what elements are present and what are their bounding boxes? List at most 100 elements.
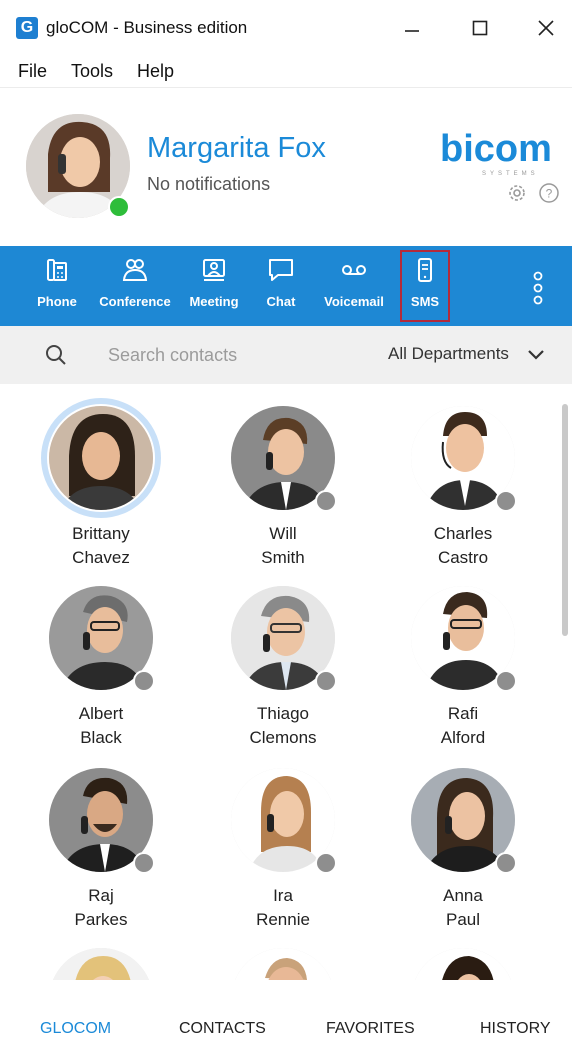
phone-icon bbox=[47, 259, 67, 281]
presence-offline-indicator bbox=[495, 490, 517, 512]
contact-last-name: Castro bbox=[437, 548, 489, 567]
main-toolbar: Phone Conference Meeting Chat Voicemail … bbox=[0, 246, 572, 326]
meeting-label: Meeting bbox=[189, 294, 239, 309]
tab-contacts[interactable]: CONTACTS bbox=[179, 1020, 266, 1038]
contact-card-partial[interactable] bbox=[198, 948, 368, 980]
contact-first-name: Charles bbox=[433, 524, 493, 543]
contact-card[interactable]: Thiago Clemons bbox=[198, 586, 368, 750]
search-icon bbox=[46, 345, 66, 365]
contact-avatar bbox=[49, 948, 153, 980]
voicemail-button[interactable]: Voicemail bbox=[318, 256, 390, 318]
search-bar: All Departments bbox=[0, 326, 572, 384]
gear-icon bbox=[509, 185, 525, 201]
contact-card[interactable]: Raj Parkes bbox=[16, 768, 186, 932]
help-icon: ? bbox=[539, 183, 559, 203]
contact-first-name: Albert bbox=[78, 704, 124, 723]
menu-bar: File Tools Help bbox=[0, 56, 572, 88]
minimize-button[interactable] bbox=[392, 10, 432, 46]
contacts-grid: Brittany Chavez Will Smith Charles Castr… bbox=[0, 384, 572, 980]
menu-file[interactable]: File bbox=[12, 61, 53, 82]
contact-avatar bbox=[231, 948, 335, 980]
meeting-icon bbox=[203, 259, 225, 281]
contact-first-name: Brittany bbox=[72, 524, 130, 543]
conference-button[interactable]: Conference bbox=[96, 256, 174, 318]
contact-first-name: Ira bbox=[273, 886, 293, 905]
bottom-tab-bar: GLOCOM CONTACTS FAVORITES HISTORY bbox=[0, 980, 572, 1058]
contact-first-name: Raj bbox=[88, 886, 114, 905]
conference-label: Conference bbox=[99, 294, 171, 309]
contact-card-partial[interactable] bbox=[378, 948, 548, 980]
sms-icon bbox=[418, 258, 432, 282]
user-name: Margarita Fox bbox=[147, 132, 326, 164]
contact-last-name: Parkes bbox=[74, 910, 128, 929]
presence-offline-indicator bbox=[315, 852, 337, 874]
presence-offline-indicator bbox=[495, 852, 517, 874]
voicemail-icon bbox=[342, 265, 366, 275]
chat-icon bbox=[269, 259, 293, 281]
bicom-logo: bicom bbox=[440, 128, 552, 170]
menu-tools[interactable]: Tools bbox=[65, 61, 119, 82]
tab-glocom[interactable]: GLOCOM bbox=[40, 1020, 111, 1038]
search-contacts-input[interactable] bbox=[108, 340, 348, 370]
notification-status: No notifications bbox=[147, 174, 271, 194]
profile-panel: Margarita Fox No notifications bicom SYS… bbox=[0, 88, 572, 246]
contact-card[interactable]: Anna Paul bbox=[378, 768, 548, 932]
close-icon bbox=[538, 20, 554, 36]
presence-offline-indicator bbox=[495, 670, 517, 692]
contact-first-name: Anna bbox=[443, 886, 483, 905]
glocom-logo-icon: G bbox=[16, 17, 38, 39]
department-dropdown-button[interactable] bbox=[526, 346, 546, 364]
contact-card[interactable]: Albert Black bbox=[16, 586, 186, 750]
more-vertical-icon bbox=[533, 271, 543, 305]
presence-offline-indicator bbox=[315, 490, 337, 512]
svg-text:?: ? bbox=[546, 187, 553, 201]
tab-favorites[interactable]: FAVORITES bbox=[326, 1020, 415, 1038]
chevron-down-icon bbox=[528, 350, 544, 360]
contact-last-name: Chavez bbox=[72, 548, 130, 567]
contact-card-partial[interactable] bbox=[16, 948, 186, 980]
contact-card[interactable]: Will Smith bbox=[198, 406, 368, 570]
sms-label: SMS bbox=[410, 294, 440, 309]
maximize-button[interactable] bbox=[460, 10, 500, 46]
contact-last-name: Paul bbox=[445, 910, 481, 929]
bicom-logo-subtitle: SYSTEMS bbox=[482, 171, 539, 177]
contact-last-name: Smith bbox=[261, 548, 305, 567]
contact-card[interactable]: Rafi Alford bbox=[378, 586, 548, 750]
sms-button[interactable]: SMS bbox=[400, 250, 450, 322]
voicemail-label: Voicemail bbox=[324, 294, 384, 309]
contact-avatar bbox=[411, 948, 515, 980]
contact-first-name: Rafi bbox=[447, 704, 479, 723]
phone-button[interactable]: Phone bbox=[34, 256, 80, 318]
help-button[interactable]: ? bbox=[538, 182, 560, 204]
contact-first-name: Will bbox=[269, 524, 297, 543]
contact-card[interactable]: Brittany Chavez bbox=[16, 398, 186, 570]
chat-label: Chat bbox=[266, 294, 296, 309]
search-button[interactable] bbox=[44, 343, 68, 367]
contact-last-name: Clemons bbox=[249, 728, 317, 747]
meeting-button[interactable]: Meeting bbox=[184, 256, 244, 318]
more-options-button[interactable] bbox=[528, 268, 548, 308]
maximize-icon bbox=[472, 20, 488, 36]
contact-last-name: Alford bbox=[440, 728, 486, 747]
menu-help[interactable]: Help bbox=[131, 61, 180, 82]
presence-offline-indicator bbox=[133, 852, 155, 874]
chat-button[interactable]: Chat bbox=[260, 256, 302, 318]
tab-history[interactable]: HISTORY bbox=[480, 1020, 551, 1038]
contact-card[interactable]: Charles Castro bbox=[378, 406, 548, 570]
close-button[interactable] bbox=[526, 10, 566, 46]
contact-last-name: Black bbox=[80, 728, 122, 747]
presence-offline-indicator bbox=[133, 670, 155, 692]
settings-button[interactable] bbox=[506, 182, 528, 204]
phone-label: Phone bbox=[37, 294, 77, 309]
contact-first-name: Thiago bbox=[257, 704, 309, 723]
contact-last-name: Rennie bbox=[256, 910, 310, 929]
selected-ring bbox=[41, 398, 161, 518]
conference-icon bbox=[122, 259, 148, 281]
window-title: gloCOM - Business edition bbox=[46, 18, 248, 37]
presence-offline-indicator bbox=[315, 670, 337, 692]
contact-card[interactable]: Ira Rennie bbox=[198, 768, 368, 932]
department-filter[interactable]: All Departments bbox=[388, 344, 509, 364]
title-bar: G gloCOM - Business edition bbox=[0, 0, 572, 56]
presence-online-indicator bbox=[108, 196, 130, 218]
contacts-scrollbar[interactable] bbox=[562, 404, 568, 636]
